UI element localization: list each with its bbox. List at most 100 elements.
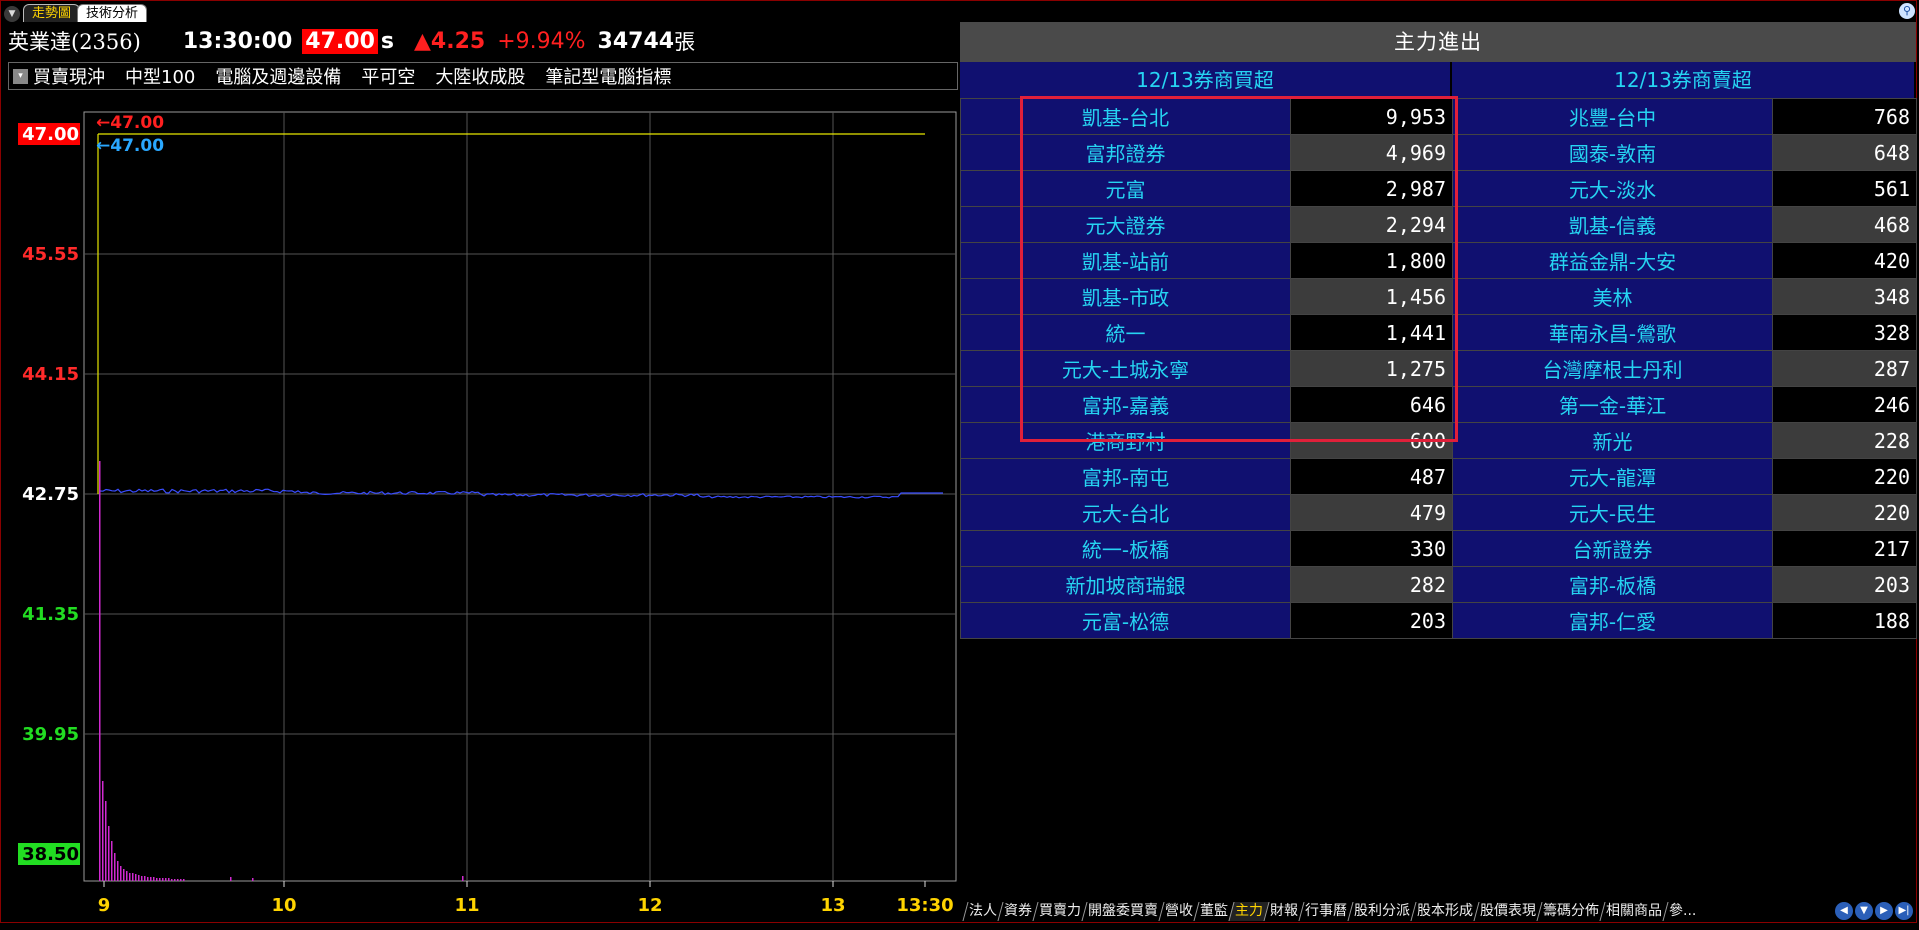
bottom-tab[interactable]: 籌碼分佈	[1536, 902, 1605, 921]
table-row[interactable]: 統一-板橋 330 台新證券 217	[960, 530, 1917, 567]
nav-next-icon[interactable]: ▶	[1875, 902, 1893, 920]
bottom-tab[interactable]: 法人	[962, 902, 1003, 921]
volume-bar	[159, 878, 161, 881]
volume-bar	[126, 871, 128, 881]
buy-broker-name: 凱基-市政	[960, 278, 1291, 315]
sell-volume: 768	[1772, 98, 1917, 135]
table-row[interactable]: 富邦證券 4,969 國泰-敦南 648	[960, 134, 1917, 171]
table-row[interactable]: 凱基-市政 1,456 美林 348	[960, 278, 1917, 315]
table-row[interactable]: 富邦-南屯 487 元大-龍潭 220	[960, 458, 1917, 495]
table-row[interactable]: 凱基-站前 1,800 群益金鼎-大安 420	[960, 242, 1917, 279]
sell-broker-name: 元大-民生	[1452, 494, 1773, 531]
volume-bar	[177, 879, 179, 881]
buy-broker-name: 元大-土城永寧	[960, 350, 1291, 387]
tag-item[interactable]: 平可空	[361, 63, 415, 89]
checkbox-icon[interactable]: ▾	[13, 68, 28, 84]
buy-broker-name: 富邦證券	[960, 134, 1291, 171]
sell-volume: 561	[1772, 170, 1917, 207]
buy-broker-name: 元富-松德	[960, 602, 1291, 639]
volume-bar	[462, 876, 464, 881]
x-tick-label: 10	[271, 895, 296, 916]
bottom-tab[interactable]: 主力	[1228, 902, 1269, 921]
view-tabbar: ▼ 走勢圖 技術分析	[4, 3, 148, 22]
intraday-chart[interactable]: 47.00 45.55 44.15 42.75 41.35 39.95 38.50 9 10 11…	[0, 96, 960, 926]
volume-bar	[174, 879, 176, 881]
buy-volume: 2,294	[1290, 206, 1453, 243]
sell-volume: 217	[1772, 530, 1917, 567]
buy-volume: 1,800	[1290, 242, 1453, 279]
quote-price: 47.00	[302, 28, 378, 54]
sell-volume: 228	[1772, 422, 1917, 459]
sell-volume: 287	[1772, 350, 1917, 387]
table-row[interactable]: 港商野村 600 新光 228	[960, 422, 1917, 459]
tab-trend[interactable]: 走勢圖	[23, 4, 81, 22]
sell-broker-name: 第一金-華江	[1452, 386, 1773, 423]
tag-item[interactable]: 大陸收成股	[435, 63, 525, 89]
table-row[interactable]: 元大-台北 479 元大-民生 220	[960, 494, 1917, 531]
buy-broker-name: 元富	[960, 170, 1291, 207]
bottom-tab[interactable]: 財報	[1263, 902, 1304, 921]
table-row[interactable]: 元富 2,987 元大-淡水 561	[960, 170, 1917, 207]
table-row[interactable]: 元大證券 2,294 凱基-信義 468	[960, 206, 1917, 243]
main-force-panel: 主力進出 12/13券商買超 12/13券商賣超 凱基-台北 9,953 兆豐-台中…	[960, 22, 1917, 639]
y-tick-label: 39.95	[22, 724, 79, 745]
bottom-tab[interactable]: 股價表現	[1473, 902, 1542, 921]
buy-volume: 487	[1290, 458, 1453, 495]
nav-end-icon[interactable]: ▶|	[1895, 902, 1913, 920]
sell-volume: 246	[1772, 386, 1917, 423]
panel-header: 12/13券商買超 12/13券商賣超	[960, 62, 1916, 98]
buy-volume: 330	[1290, 530, 1453, 567]
search-icon[interactable]: ⚲	[1899, 3, 1915, 19]
chart-svg: 47.00 45.55 44.15 42.75 41.35 39.95 38.50 9 10 11…	[18, 111, 957, 916]
sell-broker-name: 元大-龍潭	[1452, 458, 1773, 495]
sell-volume: 220	[1772, 458, 1917, 495]
bottom-tab[interactable]: 開盤委買賣	[1081, 902, 1164, 921]
bottom-tab[interactable]: 相關商品	[1599, 902, 1668, 921]
tag-item[interactable]: 電腦及週邊設備	[215, 63, 341, 89]
table-row[interactable]: 富邦-嘉義 646 第一金-華江 246	[960, 386, 1917, 423]
table-row[interactable]: 新加坡商瑞銀 282 富邦-板橋 203	[960, 566, 1917, 603]
nav-prev-icon[interactable]: ◀	[1835, 902, 1853, 920]
y-tick-label: 38.50	[22, 844, 79, 865]
tag-item[interactable]: 中型100	[125, 63, 195, 89]
table-row[interactable]: 凱基-台北 9,953 兆豐-台中 768	[960, 98, 1917, 135]
sell-broker-name: 新光	[1452, 422, 1773, 459]
bottom-tab[interactable]: 股利分派	[1347, 902, 1416, 921]
buy-broker-name: 元大證券	[960, 206, 1291, 243]
buy-header: 12/13券商買超	[960, 62, 1452, 98]
sell-broker-name: 群益金鼎-大安	[1452, 242, 1773, 279]
volume: 34744	[597, 28, 675, 54]
bottom-tab[interactable]: 資券	[997, 902, 1038, 921]
tab-technical[interactable]: 技術分析	[77, 4, 148, 22]
volume-bar	[99, 461, 101, 881]
table-row[interactable]: 統一 1,441 華南永昌-鶯歌 328	[960, 314, 1917, 351]
x-tick-label: 13:30	[896, 895, 953, 916]
change-percent: +9.94%	[497, 28, 586, 54]
table-row[interactable]: 元大-土城永寧 1,275 台灣摩根士丹利 287	[960, 350, 1917, 387]
bottom-tab[interactable]: 買賣力	[1032, 902, 1087, 921]
buy-volume: 479	[1290, 494, 1453, 531]
volume-bar	[171, 879, 173, 881]
bottom-tab[interactable]: 營收	[1158, 902, 1199, 921]
sell-broker-name: 華南永昌-鶯歌	[1452, 314, 1773, 351]
bottom-tab[interactable]: 參...	[1662, 902, 1702, 921]
nav-down-icon[interactable]: ▼	[1855, 902, 1873, 920]
table-row[interactable]: 元富-松德 203 富邦-仁愛 188	[960, 602, 1917, 639]
sell-broker-name: 台新證券	[1452, 530, 1773, 567]
bottom-tab[interactable]: 股本形成	[1410, 902, 1479, 921]
x-tick-label: 13	[820, 895, 845, 916]
volume-bar	[132, 873, 134, 881]
buy-broker-name: 港商野村	[960, 422, 1291, 459]
dropdown-icon[interactable]: ▼	[4, 6, 20, 22]
volume-bar	[114, 853, 116, 881]
tag-item[interactable]: 筆記型電腦指標	[545, 63, 671, 89]
bottom-tab[interactable]: 行事曆	[1298, 902, 1353, 921]
tag-item[interactable]: 買賣現沖	[33, 63, 105, 89]
bottom-nav: ◀ ▼ ▶ ▶|	[1835, 902, 1913, 920]
volume-bar	[150, 877, 152, 881]
high-label: ←47.00	[96, 113, 164, 133]
volume-bar	[117, 861, 119, 881]
sell-volume: 220	[1772, 494, 1917, 531]
bottom-tab[interactable]: 董監	[1193, 902, 1234, 921]
y-tick-label: 41.35	[22, 604, 79, 625]
